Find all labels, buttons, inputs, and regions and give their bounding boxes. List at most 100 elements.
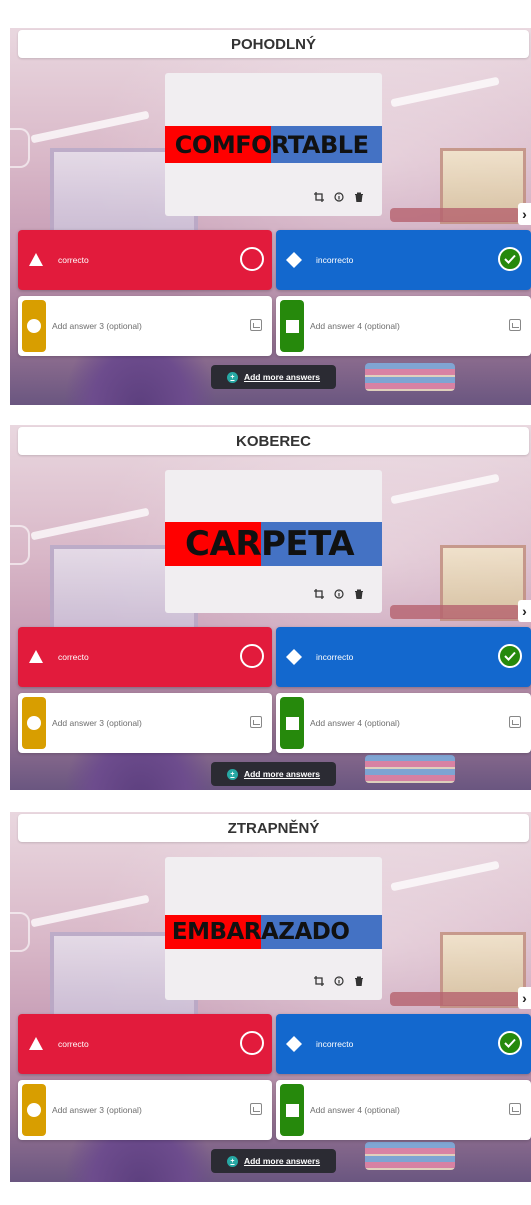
- image-icon[interactable]: [250, 716, 262, 728]
- plus-icon: +: [226, 768, 238, 780]
- answer-1-text[interactable]: correcto: [58, 230, 89, 290]
- answer-4-field[interactable]: Add answer 4 (optional): [276, 296, 531, 356]
- check-icon: [504, 651, 516, 661]
- add-more-answers-label: Add more answers: [243, 1156, 321, 1166]
- triangle-icon: [29, 1037, 43, 1050]
- info-icon[interactable]: [331, 973, 346, 988]
- check-icon: [504, 1038, 516, 1048]
- answer-2[interactable]: incorrecto: [276, 230, 531, 290]
- image-icon[interactable]: [250, 1103, 262, 1115]
- answer-4-color-tab: [280, 697, 304, 749]
- answer-3-color-tab: [22, 300, 46, 352]
- answer-1-text[interactable]: correcto: [58, 627, 89, 687]
- question-image[interactable]: CAR PETA: [165, 470, 382, 613]
- book-stack: [365, 363, 455, 391]
- question-image[interactable]: COMFO RTABLE: [165, 73, 382, 216]
- image-word-red-part: COMFO: [165, 126, 272, 163]
- info-icon[interactable]: [331, 189, 346, 204]
- answer-3-placeholder[interactable]: Add answer 3 (optional): [52, 1080, 142, 1140]
- circle-icon: [27, 1103, 41, 1117]
- answer-4-placeholder[interactable]: Add answer 4 (optional): [310, 296, 400, 356]
- next-arrow-icon[interactable]: ›: [518, 203, 531, 225]
- diamond-icon: [286, 649, 302, 665]
- crest-decoration: [10, 525, 30, 565]
- answer-4-placeholder[interactable]: Add answer 4 (optional): [310, 1080, 400, 1140]
- book-stack: [365, 755, 455, 783]
- question-image[interactable]: EMBAR AZADO: [165, 857, 382, 1000]
- answer-2-text[interactable]: incorrecto: [316, 230, 353, 290]
- answer-4-color-tab: [280, 1084, 304, 1136]
- question-title[interactable]: ZTRAPNĚNÝ: [18, 814, 529, 842]
- next-arrow-icon[interactable]: ›: [518, 600, 531, 622]
- ceiling-light: [390, 860, 500, 892]
- crop-icon[interactable]: [311, 586, 326, 601]
- circle-icon: [27, 716, 41, 730]
- ceiling-light: [390, 76, 500, 108]
- image-word: COMFO RTABLE: [165, 126, 382, 163]
- square-icon: [285, 1103, 299, 1117]
- answer-1[interactable]: correcto: [18, 230, 272, 290]
- answer-4-color-tab: [280, 300, 304, 352]
- ceiling-light: [30, 507, 150, 541]
- image-word-blue-part: AZADO: [261, 915, 382, 949]
- answer-2-text[interactable]: incorrecto: [316, 1014, 353, 1074]
- crest-decoration: [10, 912, 30, 952]
- plus-icon: +: [226, 1155, 238, 1167]
- desk: [390, 992, 520, 1006]
- square-icon: [285, 716, 299, 730]
- answer-3-placeholder[interactable]: Add answer 3 (optional): [52, 296, 142, 356]
- answer-4-field[interactable]: Add answer 4 (optional): [276, 1080, 531, 1140]
- correct-toggle-checked[interactable]: [498, 644, 522, 668]
- correct-toggle[interactable]: [240, 247, 264, 271]
- answer-3-field[interactable]: Add answer 3 (optional): [18, 693, 272, 753]
- add-more-answers-button[interactable]: + Add more answers: [211, 365, 336, 389]
- answer-4-placeholder[interactable]: Add answer 4 (optional): [310, 693, 400, 753]
- question-title[interactable]: KOBEREC: [18, 427, 529, 455]
- image-icon[interactable]: [509, 1103, 521, 1115]
- book-stack: [365, 1142, 455, 1170]
- plus-icon: +: [226, 371, 238, 383]
- answer-3-color-tab: [22, 697, 46, 749]
- answer-1[interactable]: correcto: [18, 1014, 272, 1074]
- answer-1-text[interactable]: correcto: [58, 1014, 89, 1074]
- next-arrow-icon[interactable]: ›: [518, 987, 531, 1009]
- answer-1[interactable]: correcto: [18, 627, 272, 687]
- add-more-answers-button[interactable]: + Add more answers: [211, 762, 336, 786]
- ceiling-light: [30, 894, 150, 928]
- correct-toggle[interactable]: [240, 644, 264, 668]
- crest-decoration: [10, 128, 30, 168]
- trash-icon[interactable]: [351, 189, 366, 204]
- triangle-icon: [29, 253, 43, 266]
- check-icon: [504, 254, 516, 264]
- info-icon[interactable]: [331, 586, 346, 601]
- answer-3-placeholder[interactable]: Add answer 3 (optional): [52, 693, 142, 753]
- answer-4-field[interactable]: Add answer 4 (optional): [276, 693, 531, 753]
- answer-2[interactable]: incorrecto: [276, 1014, 531, 1074]
- add-more-answers-button[interactable]: + Add more answers: [211, 1149, 336, 1173]
- correct-toggle-checked[interactable]: [498, 247, 522, 271]
- question-panel-2: KOBEREC CAR PETA › correcto incorrecto A…: [10, 425, 531, 790]
- circle-icon: [27, 319, 41, 333]
- trash-icon[interactable]: [351, 973, 366, 988]
- trash-icon[interactable]: [351, 586, 366, 601]
- question-title[interactable]: POHODLNÝ: [18, 30, 529, 58]
- correct-toggle[interactable]: [240, 1031, 264, 1055]
- triangle-icon: [29, 650, 43, 663]
- add-more-answers-label: Add more answers: [243, 769, 321, 779]
- answer-2-text[interactable]: incorrecto: [316, 627, 353, 687]
- crop-icon[interactable]: [311, 973, 326, 988]
- ceiling-light: [390, 473, 500, 505]
- image-word-red-part: CAR: [165, 522, 262, 566]
- image-word-red-part: EMBAR: [165, 915, 262, 949]
- answer-2[interactable]: incorrecto: [276, 627, 531, 687]
- answer-3-field[interactable]: Add answer 3 (optional): [18, 296, 272, 356]
- desk: [390, 208, 520, 222]
- correct-toggle-checked[interactable]: [498, 1031, 522, 1055]
- answer-3-field[interactable]: Add answer 3 (optional): [18, 1080, 272, 1140]
- image-word: EMBAR AZADO: [165, 915, 382, 949]
- crop-icon[interactable]: [311, 189, 326, 204]
- question-panel-3: ZTRAPNĚNÝ EMBAR AZADO › correcto incorre…: [10, 812, 531, 1182]
- image-icon[interactable]: [509, 716, 521, 728]
- image-icon[interactable]: [509, 319, 521, 331]
- image-icon[interactable]: [250, 319, 262, 331]
